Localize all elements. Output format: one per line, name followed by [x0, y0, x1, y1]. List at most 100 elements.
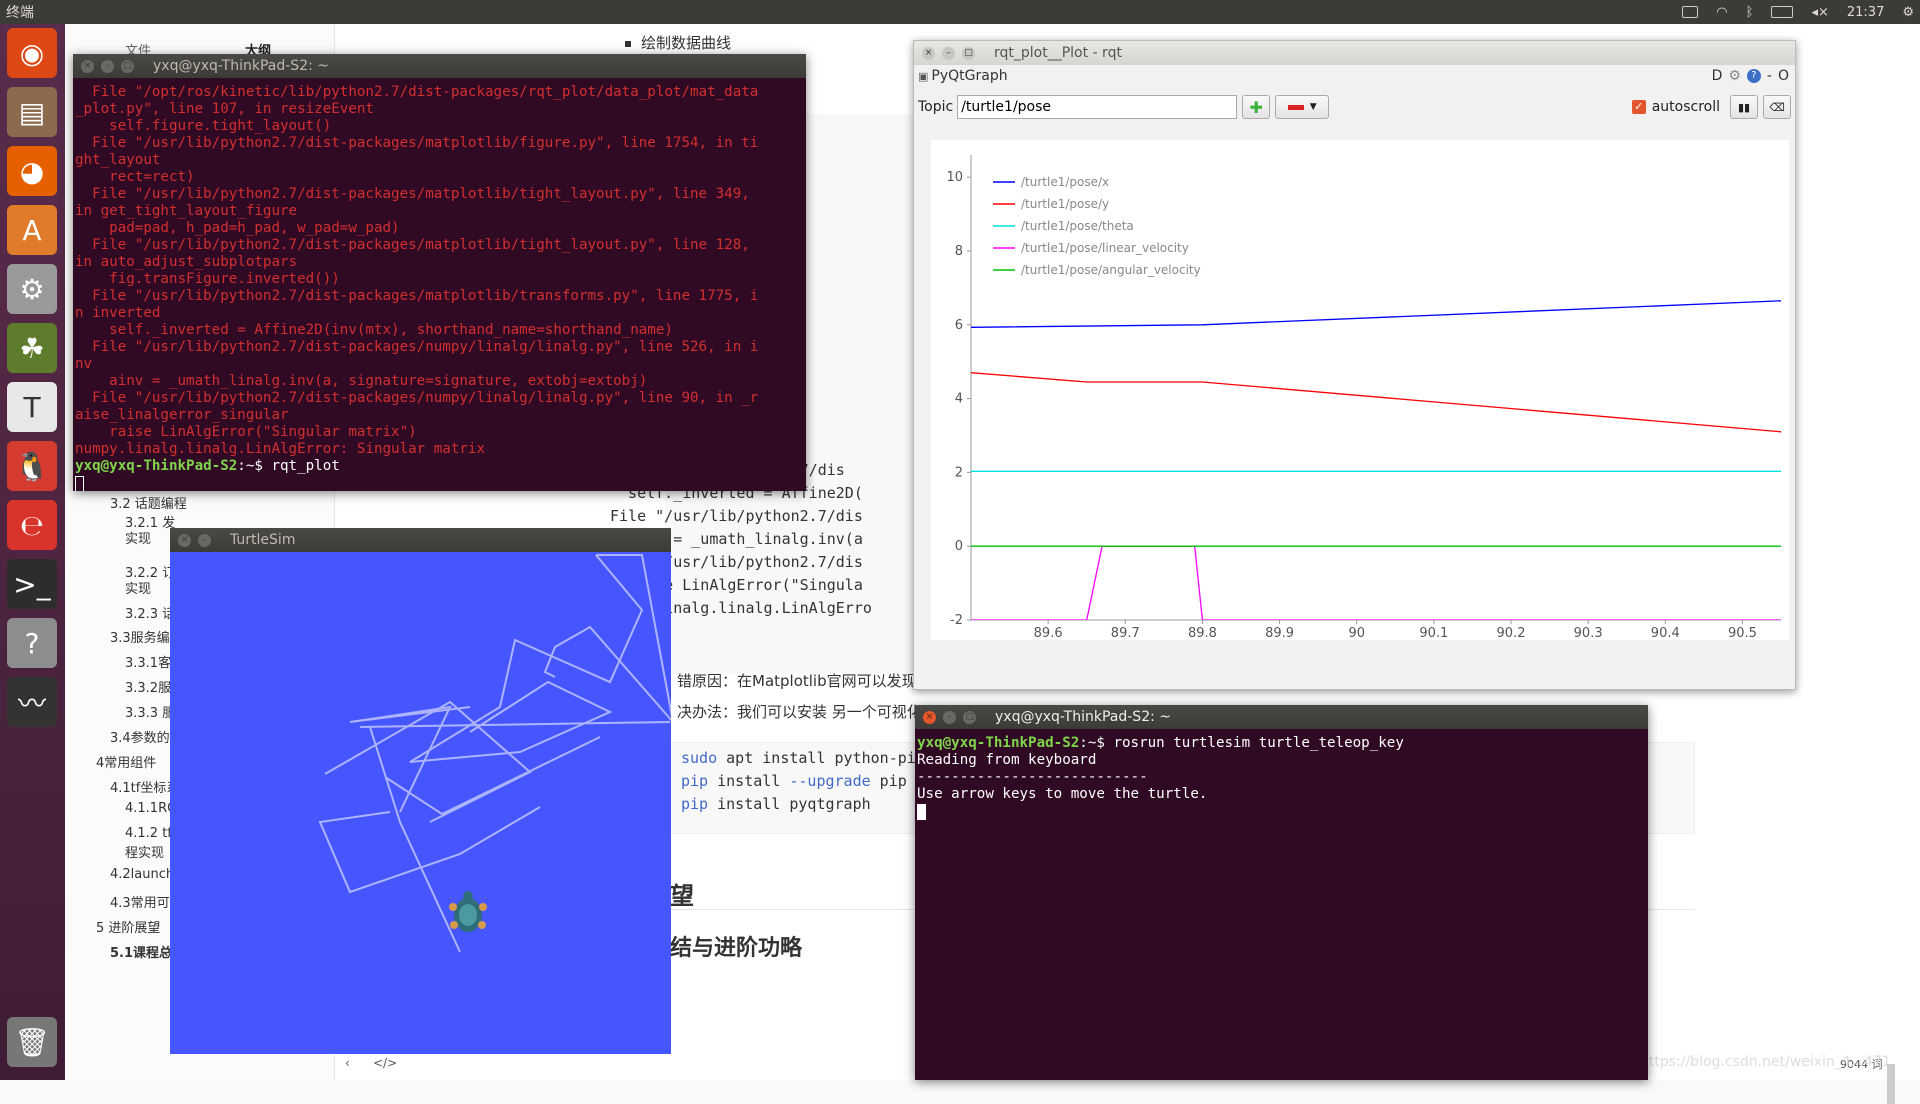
close-icon[interactable]: × — [923, 710, 936, 724]
x-tick-label: 90.2 — [1497, 626, 1526, 640]
outline-item[interactable]: 5.1课程总 — [110, 942, 172, 961]
minimize-icon[interactable]: – — [101, 59, 114, 73]
rqt-plot-window[interactable]: × – □ rqt_plot__Plot - rqt ▣ PyQtGraph D… — [913, 40, 1796, 690]
outline-item[interactable]: 3.4参数的 — [110, 727, 170, 746]
terminal-window-teleop[interactable]: × – □ yxq@yxq-ThinkPad-S2: ~ yxq@yxq-Thi… — [915, 705, 1648, 1080]
outline-item[interactable]: 3.3.1客 — [125, 652, 171, 671]
outline-item[interactable]: 4.3常用可 — [110, 892, 170, 911]
outline-item[interactable]: 3.2.3 话 — [125, 603, 175, 622]
clear-button[interactable]: ⌫ — [1763, 95, 1791, 119]
turtlesim-titlebar-wrap: × – TurtleSim — [170, 528, 671, 552]
error-line: ainv = _umath_linalg.inv(a, signature=si… — [75, 373, 648, 389]
bluetooth-icon[interactable]: ᛒ — [1746, 5, 1754, 20]
help-icon[interactable]: ? — [1746, 69, 1761, 83]
minimize-icon[interactable]: – — [942, 46, 955, 60]
y-tick-label: 6 — [955, 318, 963, 333]
command-text: rqt_plot — [271, 458, 340, 474]
maximize-icon[interactable]: □ — [962, 46, 975, 60]
battery-icon[interactable] — [1771, 6, 1794, 18]
outline-item[interactable]: 3.2 话题编程 — [110, 493, 187, 512]
close-icon[interactable]: × — [922, 46, 935, 60]
outline-item[interactable]: 3.3.2服 — [125, 677, 171, 696]
outline-item[interactable]: 5 进阶展望 — [96, 917, 160, 936]
trash-icon[interactable]: 🗑 — [7, 1017, 57, 1067]
series-line-1 — [971, 372, 1781, 433]
volume-icon[interactable]: ◂× — [1811, 5, 1828, 20]
add-topic-button[interactable]: ✚ — [1242, 95, 1271, 119]
outline-item[interactable]: 4常用组件 — [96, 752, 156, 771]
x-tick-label: 90.4 — [1651, 626, 1680, 640]
x-tick-label: 89.8 — [1188, 626, 1217, 640]
scrollbar[interactable] — [1887, 1064, 1895, 1104]
help-icon[interactable]: ? — [7, 618, 57, 668]
outline-item[interactable]: 4.2launch — [110, 867, 174, 882]
document-viewer-icon[interactable]: ℮ — [7, 500, 57, 550]
minimize-icon[interactable]: – — [198, 533, 211, 547]
bullet-heading: 绘制数据曲线 — [625, 32, 731, 53]
minimize-icon[interactable]: – — [943, 710, 956, 724]
close-icon[interactable]: × — [178, 533, 191, 547]
plugin-dock-label[interactable]: D — [1712, 68, 1723, 84]
system-settings-icon[interactable]: ⚙ — [7, 264, 57, 314]
terminal-output[interactable]: yxq@yxq-ThinkPad-S2:~$ rosrun turtlesim … — [915, 729, 1648, 1080]
source-code-toggle-icon[interactable]: </> — [373, 1056, 397, 1070]
line-chart[interactable]: 10 8 6 4 2 0 -2 89.6 89.7 89.8 89.9 90 90.1 90.2 90.3 9… — [931, 140, 1789, 641]
software-center-icon[interactable]: A — [7, 205, 57, 255]
code-line: File "/usr/lib/python2.7/dis — [610, 507, 863, 525]
terminal-output[interactable]: File "/opt/ros/kinetic/lib/python2.7/dis… — [73, 78, 806, 491]
close-plugin-icon[interactable]: O — [1778, 68, 1789, 84]
error-line: nv — [75, 356, 93, 372]
terminal-titlebar[interactable]: × – □ yxq@yxq-ThinkPad-S2: ~ — [73, 54, 806, 78]
close-icon[interactable]: × — [81, 59, 94, 73]
error-line: self._inverted = Affine2D(inv(mtx), shor… — [75, 322, 673, 338]
autoscroll-checkbox[interactable]: ✓ — [1631, 100, 1646, 114]
outline-item[interactable]: 4.1tf坐标系 — [110, 777, 179, 796]
outline-item[interactable]: 程实现 — [125, 842, 164, 861]
maximize-icon[interactable]: □ — [121, 59, 134, 73]
minimize-plugin-icon[interactable]: - — [1767, 68, 1772, 84]
x-tick-label: 89.9 — [1265, 626, 1294, 640]
outline-item[interactable]: 实现 — [125, 578, 151, 597]
system-monitor-icon[interactable]: 〰 — [7, 677, 57, 727]
legend-label: /turtle1/pose/x — [1021, 175, 1109, 189]
remove-topic-button[interactable]: ▼ — [1275, 95, 1330, 119]
error-line: fig.transFigure.inverted()) — [75, 271, 340, 287]
plot-area[interactable]: 10 8 6 4 2 0 -2 89.6 89.7 89.8 89.9 90 90.1 90.2 90.3 9… — [931, 140, 1789, 641]
qq-icon[interactable]: 🐧 — [7, 441, 57, 491]
outline-item[interactable]: 3.3.3 服 — [125, 702, 175, 721]
wifi-icon[interactable]: ◠ — [1716, 5, 1727, 20]
prompt-line: yxq@yxq-ThinkPad-S2:~$ rosrun turtlesim … — [917, 735, 1648, 752]
gear-icon[interactable]: ⚙ — [1902, 5, 1914, 20]
outline-item[interactable]: 3.3服务编 — [110, 627, 170, 646]
maximize-icon[interactable]: □ — [963, 710, 976, 724]
error-line: in get_tight_layout_figure — [75, 203, 298, 219]
y-tick-label: 2 — [955, 465, 963, 480]
prompt-user: yxq@yxq-ThinkPad-S2 — [75, 458, 238, 474]
error-line: numpy.linalg.linalg.LinAlgError: Singula… — [75, 441, 485, 457]
text-editor-icon[interactable]: T — [7, 382, 57, 432]
series-line-3 — [971, 545, 1781, 620]
outline-item[interactable]: 4.1.2 tf — [125, 826, 172, 841]
ubuntu-dash-icon[interactable]: ◉ — [7, 28, 57, 78]
outline-item[interactable]: 实现 — [125, 528, 151, 547]
gear-icon[interactable]: ⚙ — [1728, 68, 1741, 84]
terminal-titlebar[interactable]: × – □ yxq@yxq-ThinkPad-S2: ~ — [915, 705, 1648, 729]
error-line: rect=rect) — [75, 169, 195, 185]
topic-input[interactable] — [957, 95, 1238, 119]
terminal-window-rqt[interactable]: × – □ yxq@yxq-ThinkPad-S2: ~ File "/opt/… — [73, 54, 806, 491]
y-tick-label: 10 — [946, 170, 963, 185]
network-app-icon[interactable]: ☘ — [7, 323, 57, 373]
keyboard-icon[interactable] — [1682, 6, 1699, 18]
sidebar-toggle-icon[interactable]: ‹ — [345, 1056, 350, 1070]
firefox-icon[interactable]: ◕ — [7, 146, 57, 196]
files-icon[interactable]: ▤ — [7, 87, 57, 137]
pause-button[interactable]: ▮▮ — [1730, 95, 1758, 119]
turtlesim-canvas — [170, 552, 675, 1054]
clock[interactable]: 21:37 — [1847, 5, 1884, 20]
rqt-titlebar[interactable]: × – □ rqt_plot__Plot - rqt — [914, 41, 1795, 65]
x-tick-label: 90.1 — [1419, 626, 1448, 640]
legend-label: /turtle1/pose/angular_velocity — [1021, 263, 1201, 277]
error-line: File "/usr/lib/python2.7/dist-packages/m… — [75, 186, 750, 202]
turtlesim-titlebar[interactable]: × – TurtleSim — [170, 528, 671, 552]
terminal-icon[interactable]: >_ — [7, 559, 57, 609]
